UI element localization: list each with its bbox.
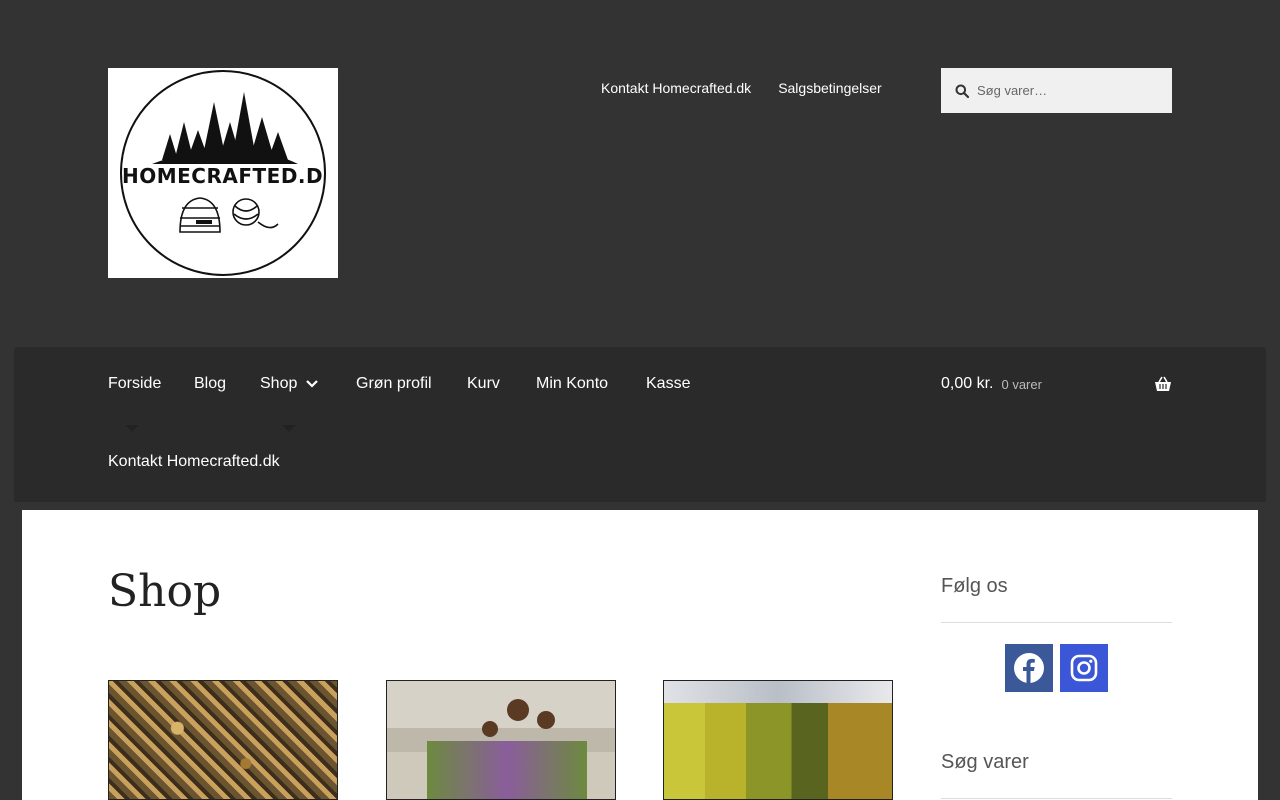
instagram-link[interactable]: [1060, 644, 1108, 692]
secondary-navigation: Kontakt Homecrafted.dk Salgsbetingelser: [601, 80, 882, 96]
top-link-salgsbetingelser[interactable]: Salgsbetingelser: [778, 80, 882, 96]
site-logo[interactable]: HOMECRAFTED.DK: [108, 68, 338, 278]
nav-label: Kurv: [467, 375, 500, 392]
widget-title-follow: Følg os: [941, 575, 1008, 597]
nav-label: Min Konto: [536, 375, 609, 392]
product-image-metal-flowers[interactable]: [386, 680, 616, 800]
divider: [941, 622, 1172, 623]
page-title: Shop: [108, 566, 222, 617]
yarn-rack: [664, 681, 892, 703]
product-image-honey[interactable]: [108, 680, 338, 800]
chevron-down-icon[interactable]: [306, 379, 319, 389]
submenu-toggle-icon[interactable]: [281, 423, 297, 433]
nav-item-forside[interactable]: Forside: [108, 375, 161, 393]
instagram-icon: [1070, 654, 1098, 682]
flower-shape: [482, 721, 498, 737]
divider: [941, 798, 1172, 799]
product-search: [941, 68, 1172, 113]
widget-title-search: Søg varer: [941, 751, 1029, 773]
nav-label: Kasse: [646, 375, 691, 392]
submenu-toggle-icon[interactable]: [124, 423, 140, 433]
nav-item-kontakt[interactable]: Kontakt Homecrafted.dk: [108, 453, 280, 471]
top-link-kontakt[interactable]: Kontakt Homecrafted.dk: [601, 80, 751, 96]
cart-total: 0,00 kr.: [941, 375, 994, 392]
nav-label: Shop: [260, 375, 298, 392]
nav-item-shop[interactable]: Shop: [260, 375, 319, 393]
logo-text: HOMECRAFTED.DK: [122, 164, 326, 188]
search-icon: [955, 84, 969, 98]
nav-item-kurv[interactable]: Kurv: [467, 375, 500, 393]
nav-label: Blog: [194, 375, 227, 392]
facebook-icon: [1014, 653, 1044, 683]
nav-label: Grøn profil: [356, 375, 432, 392]
nav-item-kasse[interactable]: Kasse: [646, 375, 690, 393]
product-image-yarn[interactable]: [663, 680, 893, 800]
header-cart[interactable]: 0,00 kr. 0 varer: [941, 375, 1172, 393]
logo-emblem: HOMECRAFTED.DK: [120, 70, 326, 276]
primary-navigation-bar: [14, 347, 1266, 502]
flower-shape: [507, 699, 529, 721]
nav-item-min-konto[interactable]: Min Konto: [536, 375, 608, 393]
cart-count: 0 varer: [1001, 376, 1042, 392]
plant-foliage: [427, 741, 587, 799]
nav-label: Forside: [108, 375, 162, 392]
search-input[interactable]: [977, 83, 1157, 98]
flower-shape: [537, 711, 555, 729]
nav-item-groen-profil[interactable]: Grøn profil: [356, 375, 432, 393]
basket-icon: [1155, 376, 1171, 391]
facebook-link[interactable]: [1005, 644, 1053, 692]
nav-item-blog[interactable]: Blog: [194, 375, 226, 393]
